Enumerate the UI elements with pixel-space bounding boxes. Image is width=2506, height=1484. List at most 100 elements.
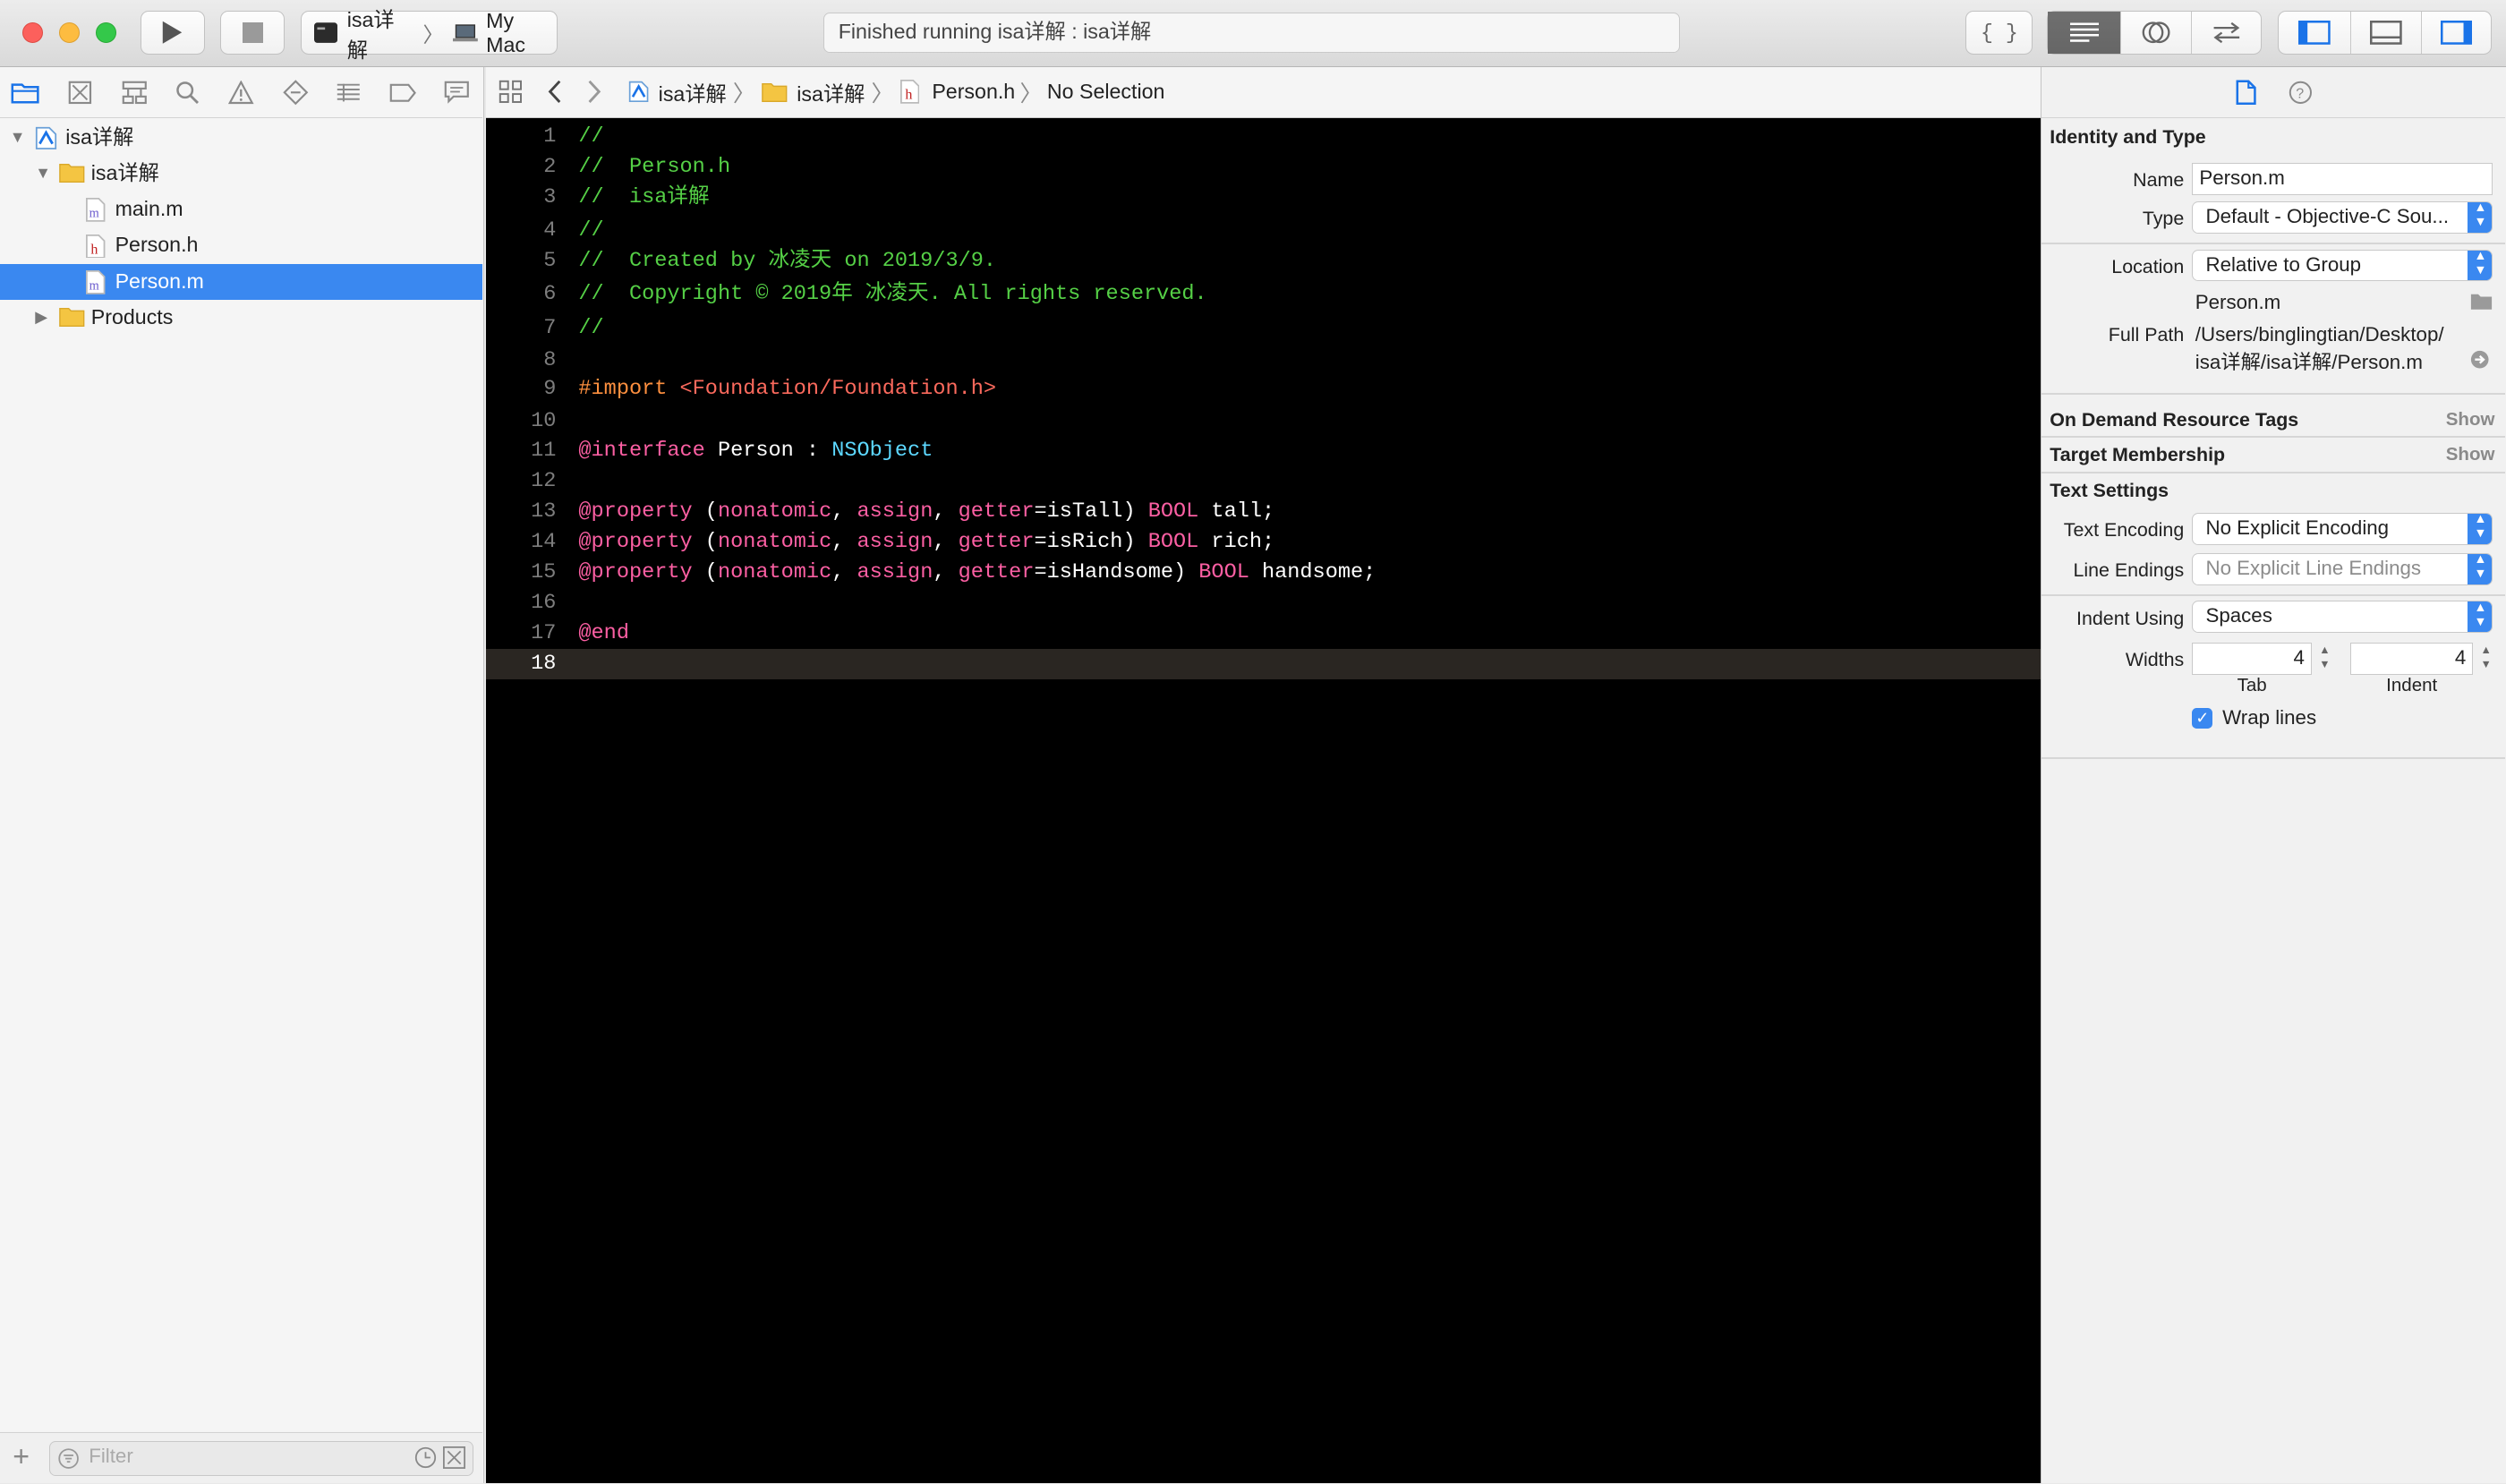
tree-item-person-h[interactable]: h Person.h <box>0 227 482 263</box>
code-line[interactable]: 2 // Person.h <box>486 152 2041 183</box>
code-line[interactable]: 3 // isa详解 <box>486 183 2041 213</box>
wrap-lines-checkbox[interactable]: ✓ <box>2192 708 2213 729</box>
code-line[interactable]: 6 // Copyright © 2019年 冰凌天. All rights re… <box>486 279 2041 310</box>
navigator-tab-bar <box>0 67 483 119</box>
source-control-filter-icon[interactable] <box>443 1446 466 1470</box>
toggle-navigator-button[interactable] <box>2279 12 2351 54</box>
code-token: getter <box>958 560 1035 585</box>
disclosure-expanded-icon[interactable]: ▼ <box>10 120 26 155</box>
code-line[interactable]: 10 <box>486 406 2041 437</box>
code-line[interactable]: 9 #import <Foundation/Foundation.h> <box>486 374 2041 405</box>
location-value: Relative to Group <box>2205 252 2362 276</box>
recent-files-icon[interactable] <box>414 1446 437 1469</box>
symbol-navigator-tab[interactable] <box>118 78 150 107</box>
indent-width-field[interactable]: 4 <box>2349 642 2474 675</box>
section-text-settings-title: Text Settings <box>2050 479 2169 501</box>
breadcrumb-group[interactable]: isa详解 <box>762 77 865 107</box>
code-token: BOOL <box>1147 530 1199 555</box>
divider <box>2041 594 2506 597</box>
source-control-navigator-tab[interactable] <box>64 78 96 107</box>
code-line[interactable]: 8 <box>486 345 2041 376</box>
code-line[interactable]: 1 // <box>486 122 2041 152</box>
code-token: @end <box>578 621 629 646</box>
code-line[interactable]: 7 // <box>486 313 2041 344</box>
code-line[interactable]: 17 @end <box>486 618 2041 649</box>
odr-show-button[interactable]: Show <box>2446 409 2495 431</box>
breadcrumb-symbol[interactable]: No Selection <box>1047 80 1165 104</box>
related-items-button[interactable] <box>499 67 523 116</box>
code-line[interactable]: 18 <box>485 648 2041 679</box>
reveal-in-finder-icon[interactable] <box>2470 350 2489 369</box>
laptop-icon <box>453 24 479 42</box>
type-label: Type <box>2142 208 2185 230</box>
code-text: @property (nonatomic, assign, getter=isH… <box>578 558 1376 588</box>
tab-width-field[interactable]: 4 <box>2192 642 2313 675</box>
code-line[interactable]: 15 @property (nonatomic, assign, getter=i… <box>486 558 2041 588</box>
line-number: 8 <box>543 347 557 372</box>
zoom-window-button[interactable] <box>96 21 117 44</box>
code-line[interactable]: 16 <box>486 588 2041 618</box>
library-button[interactable]: { } <box>1965 11 2033 55</box>
code-line[interactable]: 11 @interface Person : NSObject <box>486 436 2041 466</box>
code-line[interactable]: 14 @property (nonatomic, assign, getter=i… <box>486 527 2041 558</box>
xcode-project-icon <box>628 81 649 103</box>
toggle-inspector-button[interactable] <box>2422 12 2491 53</box>
tree-item-project[interactable]: ▼ isa详解 <box>0 120 482 156</box>
find-navigator-tab[interactable] <box>171 78 203 107</box>
left-panel-icon <box>2297 21 2331 45</box>
quick-help-tab[interactable]: ? <box>2285 78 2317 107</box>
choose-folder-icon[interactable] <box>2470 293 2493 311</box>
target-show-button[interactable]: Show <box>2446 444 2495 465</box>
close-window-button[interactable] <box>21 21 44 44</box>
add-icon[interactable]: + <box>13 1440 30 1473</box>
code-line[interactable]: 5 // Created by 冰凌天 on 2019/3/9. <box>486 246 2041 277</box>
indent-using-popup[interactable]: Spaces ▲ ▼ <box>2192 601 2493 634</box>
code-line[interactable]: 13 @property (nonatomic, assign, getter=i… <box>486 497 2041 527</box>
minimize-window-button[interactable] <box>59 21 81 44</box>
indent-width-stepper[interactable]: ▲ ▼ <box>2478 643 2494 675</box>
stop-button[interactable] <box>220 11 285 55</box>
type-popup[interactable]: Default - Objective-C Sou... ▲ ▼ <box>2192 200 2493 234</box>
run-button[interactable] <box>141 11 205 55</box>
tree-item-person-m[interactable]: m Person.m <box>0 263 483 300</box>
project-navigator-tab[interactable] <box>10 78 42 107</box>
breadcrumb-file[interactable]: h Person.h <box>899 80 1015 105</box>
text-encoding-popup[interactable]: No Explicit Encoding ▲ ▼ <box>2192 513 2493 545</box>
line-endings-popup[interactable]: No Explicit Line Endings ▲ ▼ <box>2192 552 2493 585</box>
chevron-left-icon <box>548 81 561 104</box>
disclosure-expanded-icon[interactable]: ▼ <box>35 156 51 191</box>
report-navigator-tab[interactable] <box>441 78 473 107</box>
file-inspector-tab[interactable] <box>2230 78 2263 107</box>
source-editor[interactable]: 1 // 2 // Person.h 3 // isa详解 4 // 5 // Created b… <box>485 118 2041 1484</box>
line-number: 6 <box>543 282 557 307</box>
code-token: assign <box>857 499 933 525</box>
tree-item-products[interactable]: ▶ Products <box>0 300 482 336</box>
toggle-debug-area-button[interactable] <box>2351 12 2423 54</box>
filter-field[interactable]: Filter <box>49 1440 473 1477</box>
breakpoint-navigator-tab[interactable] <box>387 78 419 107</box>
back-button[interactable] <box>547 67 563 116</box>
assistant-editor-button[interactable] <box>2121 12 2193 54</box>
debug-navigator-tab[interactable] <box>332 78 364 107</box>
tree-item-label: Person.m <box>115 269 204 293</box>
code-line[interactable]: 4 // <box>486 216 2041 246</box>
tree-item-group[interactable]: ▼ isa详解 <box>0 156 482 192</box>
issue-navigator-tab[interactable] <box>226 78 258 107</box>
breadcrumb-project[interactable]: isa详解 <box>628 77 727 107</box>
test-navigator-tab[interactable] <box>279 78 311 107</box>
tree-item-main-m[interactable]: m main.m <box>0 192 482 227</box>
breakpoint-icon <box>389 83 416 102</box>
section-identity-title: Identity and Type <box>2050 126 2206 149</box>
code-line[interactable]: 12 <box>486 466 2041 497</box>
scheme-selector[interactable]: isa详解 〉 My Mac <box>300 8 558 62</box>
name-field[interactable]: Person.m <box>2192 163 2493 195</box>
standard-editor-button[interactable] <box>2048 12 2121 54</box>
type-value: Default - Objective-C Sou... <box>2205 204 2450 227</box>
popup-arrows-icon: ▲ ▼ <box>2468 250 2492 281</box>
tab-width-stepper[interactable]: ▲ ▼ <box>2316 643 2332 675</box>
code-token: ( <box>692 530 718 555</box>
forward-button[interactable] <box>586 67 602 116</box>
disclosure-collapsed-icon[interactable]: ▶ <box>35 300 47 335</box>
version-editor-button[interactable] <box>2192 12 2261 53</box>
location-popup[interactable]: Relative to Group ▲ ▼ <box>2192 249 2493 282</box>
